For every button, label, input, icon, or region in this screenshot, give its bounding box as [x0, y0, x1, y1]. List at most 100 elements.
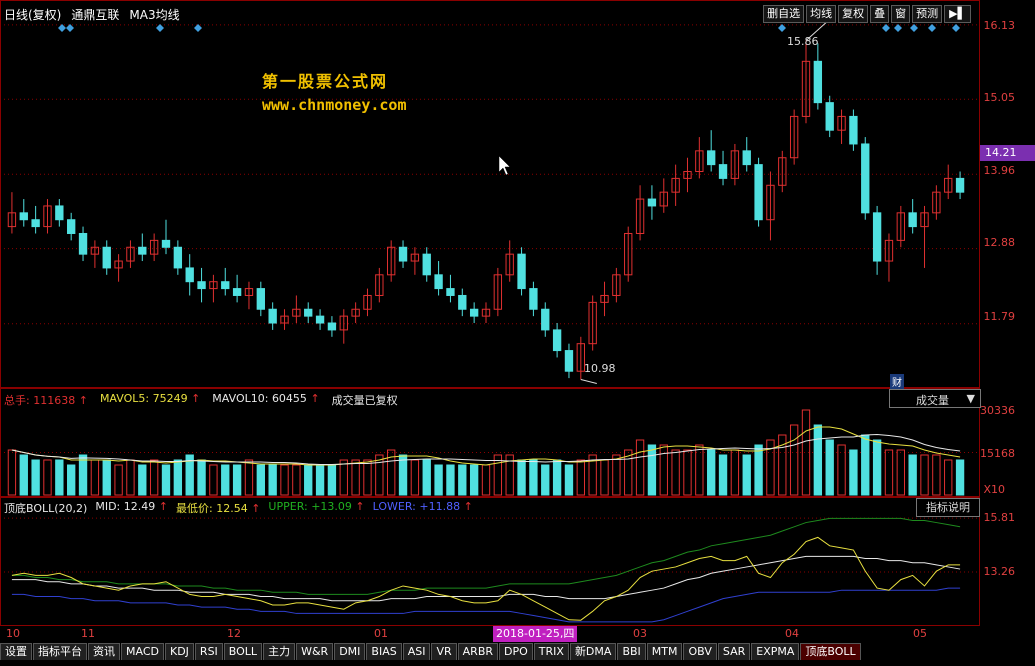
volume-bar	[944, 459, 953, 496]
tab-item[interactable]: DMI	[334, 643, 366, 660]
candle-body	[955, 177, 965, 193]
volume-bar	[138, 464, 147, 496]
boll-panel-frame	[0, 497, 980, 626]
candle-body	[718, 164, 728, 179]
total-volume-value: 111638	[33, 394, 76, 407]
volume-bar	[635, 439, 645, 496]
candle-body	[197, 281, 206, 290]
tab-item[interactable]: VR	[431, 643, 457, 660]
tab-item[interactable]: MACD	[121, 643, 164, 660]
finance-badge[interactable]: 财	[890, 374, 904, 389]
tab-item[interactable]: BOLL	[223, 643, 263, 660]
volume-bar	[908, 454, 917, 496]
volume-bar	[232, 464, 242, 496]
tab-item[interactable]: W&R	[296, 643, 334, 660]
volume-bar	[742, 454, 751, 496]
candle-body	[446, 288, 455, 296]
upper-value: +13.09	[311, 500, 352, 513]
candle-body	[434, 274, 443, 290]
volume-bar	[304, 464, 313, 496]
tab-item[interactable]: MTM	[646, 643, 683, 660]
candle-body	[541, 308, 550, 331]
volume-bar	[102, 459, 111, 496]
lower-label: LOWER:	[372, 500, 416, 513]
tab-item[interactable]: ARBR	[457, 643, 499, 660]
tab-item[interactable]: 顶底BOLL	[800, 643, 861, 660]
volume-bar	[375, 454, 384, 496]
volume-indicator-dropdown[interactable]: 成交量 ▼	[889, 389, 981, 408]
overlay-button[interactable]: 叠	[870, 5, 890, 23]
time-axis: 10 11 12 01 03 04 05	[0, 626, 980, 642]
candle-body	[908, 212, 917, 228]
volume-bar	[126, 459, 135, 496]
tab-item[interactable]: 主力	[263, 643, 296, 660]
stock-name: 通鼎互联	[71, 7, 120, 22]
mavol5-label: MAVOL5:	[99, 392, 150, 405]
tab-item[interactable]: 资讯	[88, 643, 120, 660]
tab-item[interactable]: SAR	[717, 643, 751, 660]
indicator-help-button[interactable]: 指标说明	[916, 498, 980, 517]
time-axis-label: 04	[785, 627, 799, 640]
candle-body	[825, 102, 834, 131]
low-price-label: 最低价:	[175, 502, 213, 515]
adjust-rights-button[interactable]: 复权	[838, 5, 869, 23]
volume-bar	[955, 459, 965, 496]
volume-bar	[339, 459, 348, 496]
time-axis-label: 03	[633, 627, 647, 640]
time-axis-label: 11	[81, 627, 95, 640]
tab-item[interactable]: 指标平台	[33, 643, 87, 660]
volume-bar	[707, 449, 716, 496]
volume-bar	[292, 464, 301, 496]
boll-axis-label: 13.26	[983, 565, 1016, 578]
tab-item[interactable]: BBI	[617, 643, 646, 660]
candle-body	[327, 322, 337, 331]
volume-bar	[351, 459, 360, 496]
volume-bar	[78, 454, 88, 496]
chart-canvas[interactable]	[0, 0, 1035, 666]
volume-bar	[422, 459, 431, 496]
ma-line-button[interactable]: 均线	[806, 5, 837, 23]
window-button[interactable]: 窗	[891, 5, 911, 23]
candle-body	[529, 288, 538, 310]
dropdown-selected: 成交量	[916, 394, 949, 407]
play-arrow-icon[interactable]: ▶▌	[944, 5, 971, 23]
volume-axis-label: 15168	[980, 447, 1015, 460]
volume-bar	[114, 464, 123, 496]
up-arrow-icon: ↑	[158, 500, 168, 513]
candle-body	[517, 253, 526, 290]
mavol5-value: 75249	[152, 392, 188, 405]
remove-favorite-button[interactable]: 删自选	[763, 5, 805, 23]
volume-bar	[683, 449, 692, 496]
up-arrow-icon: ↑	[355, 500, 365, 513]
tab-item[interactable]: TRIX	[533, 643, 569, 660]
mavol10-value: 60455	[271, 392, 307, 405]
chart-toolbar: 删自选 均线 复权 叠 窗 预测 ▶▌	[763, 5, 971, 23]
tab-item[interactable]: KDJ	[164, 643, 194, 660]
tab-item[interactable]: RSI	[194, 643, 223, 660]
candle-body	[315, 315, 325, 324]
volume-bar	[327, 464, 337, 496]
upper-label: UPPER:	[268, 500, 308, 513]
tab-item[interactable]: 设置	[0, 643, 32, 660]
tab-item[interactable]: 新DMA	[569, 643, 617, 660]
tab-item[interactable]: ASI	[402, 643, 431, 660]
forecast-button[interactable]: 预测	[912, 5, 943, 23]
tab-item[interactable]: DPO	[499, 643, 533, 660]
candle-body	[647, 198, 657, 207]
volume-bar	[718, 454, 728, 496]
low-marker-line	[580, 379, 597, 384]
chart-type-label[interactable]: 日线(复权)	[4, 6, 61, 23]
volume-adjusted-note: 成交量已复权	[331, 394, 398, 407]
tab-item[interactable]: OBV	[683, 643, 717, 660]
volume-bar	[458, 464, 467, 496]
volume-bar	[825, 439, 834, 496]
tab-item[interactable]: EXPMA	[751, 643, 800, 660]
volume-bar	[90, 459, 100, 496]
tab-item[interactable]: BIAS	[366, 643, 402, 660]
mouse-pointer-icon	[498, 155, 511, 176]
ma-indicator-label[interactable]: MA3均线	[129, 6, 179, 23]
volume-axis-label: 30336	[980, 404, 1015, 417]
boll-name: 顶底BOLL(20,2)	[4, 502, 88, 515]
time-axis-label: 12	[227, 627, 241, 640]
price-axis-label: 12.88	[983, 236, 1016, 249]
